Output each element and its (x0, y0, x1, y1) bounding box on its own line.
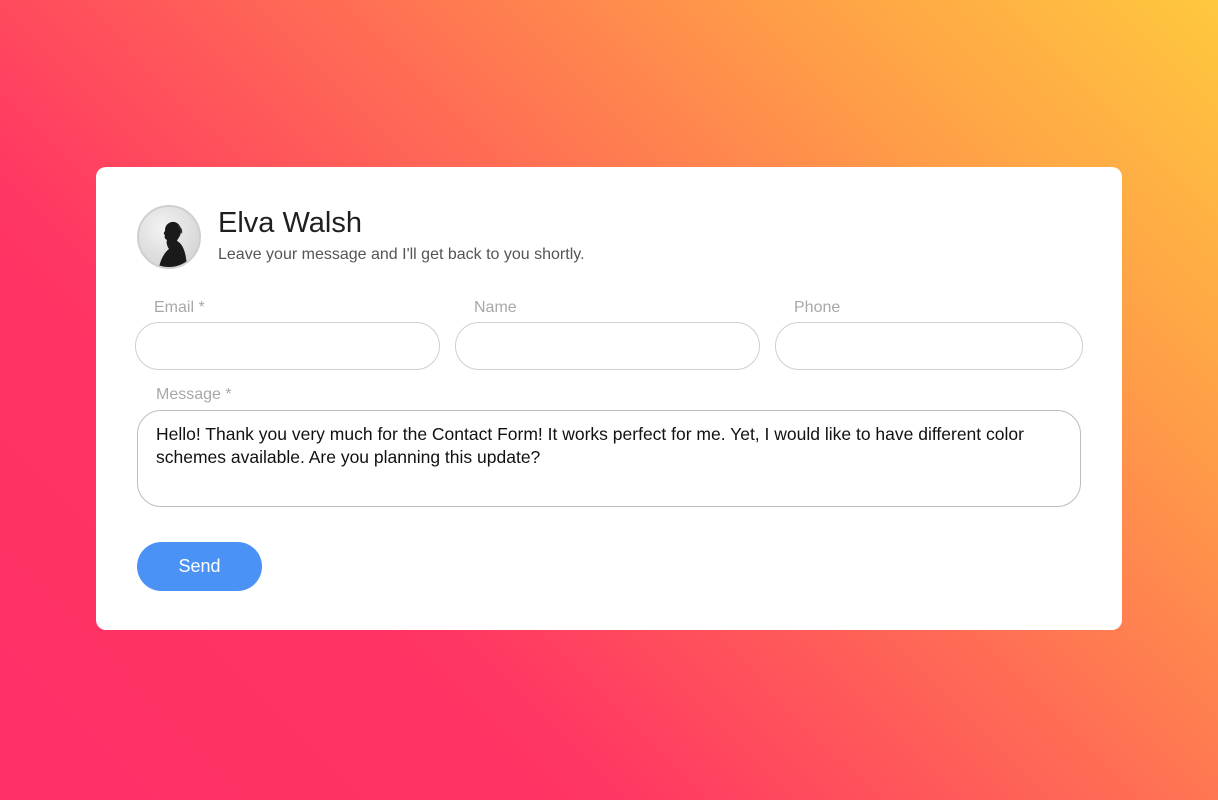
name-label: Name (474, 299, 517, 316)
email-field[interactable] (135, 322, 440, 370)
message-textarea[interactable]: Hello! Thank you very much for the Conta… (137, 410, 1081, 507)
profile-name: Elva Walsh (218, 206, 362, 239)
phone-label: Phone (794, 299, 841, 316)
send-button[interactable]: Send (137, 542, 262, 591)
contact-form-card: Elva Walsh Leave your message and I'll g… (96, 167, 1122, 630)
message-label: Message * (156, 386, 232, 403)
profile-header: Elva Walsh Leave your message and I'll g… (137, 205, 585, 269)
email-label: Email * (154, 299, 205, 316)
avatar (137, 205, 201, 269)
person-silhouette-icon (159, 221, 187, 267)
header-text: Elva Walsh Leave your message and I'll g… (218, 207, 585, 265)
phone-field[interactable] (775, 322, 1083, 370)
profile-tagline: Leave your message and I'll get back to … (218, 245, 585, 263)
name-field[interactable] (455, 322, 760, 370)
